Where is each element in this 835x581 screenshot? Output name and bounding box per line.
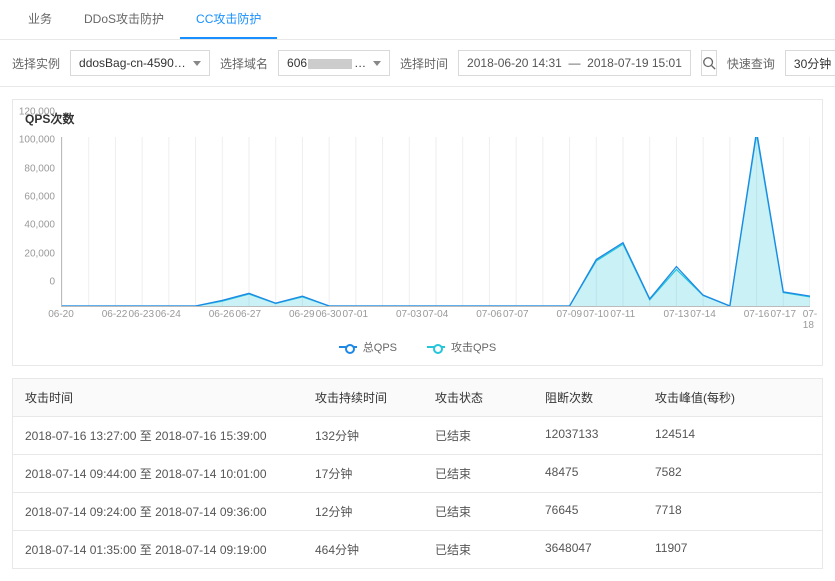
- time-label: 选择时间: [400, 55, 448, 72]
- y-tick: 100,000: [19, 135, 55, 146]
- x-tick: 07-10: [583, 309, 609, 320]
- instance-label: 选择实例: [12, 55, 60, 72]
- x-tick: 07-18: [803, 309, 817, 331]
- cell-block: 48475: [545, 465, 655, 482]
- y-tick: 120,000: [19, 107, 55, 118]
- header-duration: 攻击持续时间: [315, 389, 435, 406]
- cell-time: 2018-07-14 09:24:00 至 2018-07-14 09:36:0…: [25, 503, 315, 520]
- x-tick: 07-03: [396, 309, 422, 320]
- cell-duration: 132分钟: [315, 427, 435, 444]
- redacted-text: [308, 59, 352, 69]
- cell-peak: 11907: [655, 541, 810, 558]
- header-time: 攻击时间: [25, 389, 315, 406]
- search-button[interactable]: [701, 50, 717, 76]
- cell-time: 2018-07-16 13:27:00 至 2018-07-16 15:39:0…: [25, 427, 315, 444]
- cell-peak: 124514: [655, 427, 810, 444]
- x-tick: 06-20: [48, 309, 74, 320]
- circle-marker-icon: [339, 343, 357, 351]
- search-icon: [702, 56, 716, 70]
- domain-value: 606.net: [287, 56, 367, 70]
- x-tick: 07-06: [476, 309, 502, 320]
- cell-status: 已结束: [435, 541, 545, 558]
- legend-total-qps[interactable]: 总QPS: [339, 339, 397, 355]
- attack-table: 攻击时间 攻击持续时间 攻击状态 阻断次数 攻击峰值(每秒) 2018-07-1…: [12, 378, 823, 569]
- tab-ddos[interactable]: DDoS攻击防护: [68, 0, 180, 39]
- instance-value: ddosBag-cn-4590nh…: [79, 56, 187, 70]
- x-tick: 06-24: [155, 309, 181, 320]
- x-tick: 07-14: [690, 309, 716, 320]
- instance-select[interactable]: ddosBag-cn-4590nh…: [70, 50, 210, 76]
- cell-peak: 7718: [655, 503, 810, 520]
- cell-block: 12037133: [545, 427, 655, 444]
- x-tick: 06-22: [102, 309, 128, 320]
- cell-status: 已结束: [435, 427, 545, 444]
- domain-select[interactable]: 606.net: [278, 50, 390, 76]
- x-tick: 06-27: [235, 309, 261, 320]
- chevron-down-icon: [193, 61, 201, 66]
- chart-plot: [61, 137, 810, 307]
- header-block: 阻断次数: [545, 389, 655, 406]
- header-peak: 攻击峰值(每秒): [655, 389, 810, 406]
- x-tick: 06-26: [209, 309, 235, 320]
- x-tick: 07-04: [423, 309, 449, 320]
- cell-block: 76645: [545, 503, 655, 520]
- main-tabs: 业务 DDoS攻击防护 CC攻击防护: [0, 0, 835, 40]
- legend-attack-qps[interactable]: 攻击QPS: [427, 339, 496, 355]
- cell-block: 3648047: [545, 541, 655, 558]
- cell-duration: 17分钟: [315, 465, 435, 482]
- x-tick: 07-11: [610, 309, 635, 320]
- x-tick: 07-07: [503, 309, 529, 320]
- y-tick: 80,000: [24, 163, 55, 174]
- quick-select[interactable]: 30分钟: [785, 50, 835, 76]
- x-tick: 07-16: [744, 309, 770, 320]
- time-range-picker[interactable]: 2018-06-20 14:31 — 2018-07-19 15:01: [458, 50, 691, 76]
- x-tick: 06-29: [289, 309, 315, 320]
- tab-business[interactable]: 业务: [12, 0, 68, 39]
- x-tick: 07-13: [663, 309, 689, 320]
- cell-status: 已结束: [435, 465, 545, 482]
- cell-status: 已结束: [435, 503, 545, 520]
- x-tick: 07-01: [342, 309, 368, 320]
- y-tick: 60,000: [24, 192, 55, 203]
- y-tick: 20,000: [24, 248, 55, 259]
- chart-title: QPS次数: [13, 100, 822, 133]
- y-tick: 40,000: [24, 220, 55, 231]
- table-row: 2018-07-14 09:44:00 至 2018-07-14 10:01:0…: [13, 454, 822, 492]
- x-axis: 06-2006-2206-2306-2406-2606-2706-2906-30…: [61, 307, 810, 327]
- x-tick: 07-09: [556, 309, 582, 320]
- x-tick: 06-23: [128, 309, 154, 320]
- cell-peak: 7582: [655, 465, 810, 482]
- chart-panel: QPS次数 0 20,000 40,000 60,000 80,000 100,000 12…: [12, 99, 823, 366]
- x-tick: 07-17: [770, 309, 796, 320]
- cell-time: 2018-07-14 09:44:00 至 2018-07-14 10:01:0…: [25, 465, 315, 482]
- cell-time: 2018-07-14 01:35:00 至 2018-07-14 09:19:0…: [25, 541, 315, 558]
- tab-cc[interactable]: CC攻击防护: [180, 0, 277, 39]
- table-header: 攻击时间 攻击持续时间 攻击状态 阻断次数 攻击峰值(每秒): [13, 378, 822, 416]
- y-tick: 0: [49, 277, 55, 288]
- table-row: 2018-07-14 01:35:00 至 2018-07-14 09:19:0…: [13, 530, 822, 568]
- chart-area: 020,00040,00060,00080,000100,000120,000 …: [13, 133, 822, 333]
- domain-label: 选择域名: [220, 55, 268, 72]
- header-status: 攻击状态: [435, 389, 545, 406]
- table-row: 2018-07-14 09:24:00 至 2018-07-14 09:36:0…: [13, 492, 822, 530]
- quick-label: 快速查询: [727, 55, 775, 72]
- filter-bar: 选择实例 ddosBag-cn-4590nh… 选择域名 606.net 选择时…: [0, 40, 835, 87]
- table-row: 2018-07-16 13:27:00 至 2018-07-16 15:39:0…: [13, 416, 822, 454]
- quick-value: 30分钟: [794, 55, 831, 72]
- chevron-down-icon: [373, 61, 381, 66]
- cell-duration: 464分钟: [315, 541, 435, 558]
- chart-legend: 总QPS 攻击QPS: [13, 333, 822, 365]
- x-tick: 06-30: [316, 309, 342, 320]
- y-axis: 020,00040,00060,00080,000100,000120,000: [13, 133, 59, 313]
- cell-duration: 12分钟: [315, 503, 435, 520]
- circle-marker-icon: [427, 343, 445, 351]
